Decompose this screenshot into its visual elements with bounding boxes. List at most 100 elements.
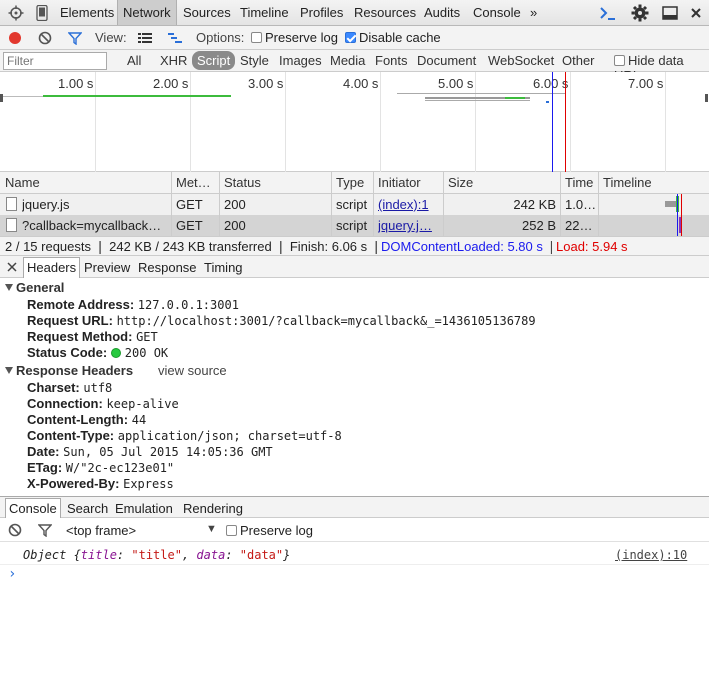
- console-preserve-log-checkbox[interactable]: Preserve log: [226, 523, 313, 538]
- overview-bar: [3, 96, 43, 97]
- col-method[interactable]: Met…: [176, 175, 211, 190]
- tick-label: 1.00 s: [58, 76, 94, 91]
- console-source-link[interactable]: (index):10: [615, 548, 687, 562]
- general-section-header[interactable]: General: [5, 280, 64, 295]
- column-divider[interactable]: [331, 172, 332, 236]
- header-row: Request Method: GET: [27, 329, 158, 344]
- dock-side-icon[interactable]: [660, 3, 680, 23]
- response-headers-section-header[interactable]: Response Headers: [5, 363, 133, 378]
- grid-line: [380, 72, 381, 172]
- drawer-tabs: Console Search Emulation Rendering: [0, 496, 709, 519]
- filter-type-all[interactable]: All: [127, 53, 141, 68]
- header-row: Request URL: http://localhost:3001/?call…: [27, 313, 536, 328]
- tab-timing[interactable]: Timing: [204, 260, 243, 275]
- object-colon: :: [116, 548, 132, 562]
- tab-timeline[interactable]: Timeline: [235, 0, 294, 25]
- column-divider[interactable]: [443, 172, 444, 236]
- overview-end-handle[interactable]: [705, 94, 708, 102]
- column-divider[interactable]: [598, 172, 599, 236]
- preserve-log-label: Preserve log: [265, 30, 338, 45]
- col-initiator[interactable]: Initiator: [378, 175, 421, 190]
- preserve-log-checkbox[interactable]: Preserve log: [251, 30, 338, 45]
- expand-triangle-icon[interactable]: [5, 284, 13, 291]
- cell-initiator-link[interactable]: jquery.j…: [378, 218, 434, 233]
- drawer-tab-search[interactable]: Search: [67, 501, 108, 516]
- column-divider[interactable]: [219, 172, 220, 236]
- col-size[interactable]: Size: [448, 175, 473, 190]
- timeline-overview[interactable]: 1.00 s 2.00 s 3.00 s 4.00 s 5.00 s 6.00 …: [0, 72, 709, 172]
- col-status[interactable]: Status: [224, 175, 261, 190]
- col-timeline[interactable]: Timeline: [603, 175, 652, 190]
- console-filter-icon[interactable]: [35, 520, 55, 540]
- frame-dropdown-arrow-icon[interactable]: ▼: [206, 523, 217, 535]
- console-preserve-log-check[interactable]: [226, 525, 237, 536]
- settings-gear-icon[interactable]: [630, 3, 650, 23]
- options-label: Options:: [196, 30, 245, 45]
- column-divider[interactable]: [560, 172, 561, 236]
- cell-initiator-link[interactable]: (index):1: [378, 197, 429, 212]
- clear-icon[interactable]: [35, 28, 55, 48]
- disable-cache-checkbox[interactable]: Disable cache: [345, 30, 441, 45]
- tabs-overflow-button[interactable]: »: [525, 0, 542, 25]
- col-name[interactable]: Name: [5, 175, 40, 190]
- tab-elements[interactable]: Elements: [55, 0, 119, 25]
- table-row-selected[interactable]: ?callback=mycallback… GET 200 script jqu…: [0, 215, 709, 236]
- filter-type-other[interactable]: Other: [562, 53, 595, 68]
- device-mode-icon[interactable]: [32, 3, 52, 23]
- overview-bar: [43, 95, 231, 97]
- filter-type-style[interactable]: Style: [240, 53, 269, 68]
- tab-resources[interactable]: Resources: [349, 0, 421, 25]
- tab-sources[interactable]: Sources: [178, 0, 236, 25]
- clear-console-icon[interactable]: [5, 520, 25, 540]
- filter-funnel-icon[interactable]: [65, 28, 85, 48]
- drawer-tab-rendering[interactable]: Rendering: [183, 501, 243, 516]
- tick-label: 7.00 s: [628, 76, 664, 91]
- cell-time: 22…: [565, 218, 593, 233]
- filter-type-websocket[interactable]: WebSocket: [488, 53, 554, 68]
- inspect-element-icon[interactable]: [6, 3, 26, 23]
- filter-type-xhr[interactable]: XHR: [160, 53, 187, 68]
- large-rows-icon[interactable]: [135, 28, 155, 48]
- table-row[interactable]: jquery.js GET 200 script (index):1 242 K…: [0, 194, 709, 215]
- load-marker: [565, 72, 566, 172]
- console-message[interactable]: Object {title: "title", data: "data"}: [23, 548, 290, 562]
- filter-type-script[interactable]: Script: [192, 51, 236, 70]
- overview-waterfall-icon[interactable]: [165, 28, 185, 48]
- disable-cache-check[interactable]: [345, 32, 356, 43]
- filter-type-document[interactable]: Document: [417, 53, 476, 68]
- close-devtools-icon[interactable]: [686, 3, 706, 23]
- object-suffix: }: [283, 548, 291, 562]
- tab-audits[interactable]: Audits: [419, 0, 465, 25]
- frame-select[interactable]: <top frame>: [66, 523, 136, 538]
- header-row: ETag: W/"2c-ec123e01": [27, 460, 174, 475]
- console-input[interactable]: [22, 566, 702, 584]
- domcontentloaded-marker: [552, 72, 553, 172]
- col-type[interactable]: Type: [336, 175, 364, 190]
- record-icon[interactable]: [5, 28, 25, 48]
- column-divider[interactable]: [373, 172, 374, 236]
- tab-headers[interactable]: Headers: [23, 257, 81, 278]
- header-row: Status Code: 200 OK: [27, 345, 168, 360]
- tab-network[interactable]: Network: [117, 0, 177, 25]
- console-drawer-icon[interactable]: [598, 3, 618, 23]
- column-divider[interactable]: [171, 172, 172, 236]
- hide-data-uri-check[interactable]: [614, 55, 625, 66]
- header-key: Charset:: [27, 380, 80, 395]
- filter-type-media[interactable]: Media: [330, 53, 365, 68]
- tab-profiles[interactable]: Profiles: [295, 0, 348, 25]
- filter-input[interactable]: [3, 52, 107, 70]
- view-source-toggle[interactable]: view source: [158, 363, 227, 378]
- tab-preview[interactable]: Preview: [84, 260, 130, 275]
- filter-type-fonts[interactable]: Fonts: [375, 53, 408, 68]
- tab-response[interactable]: Response: [138, 260, 197, 275]
- col-time[interactable]: Time: [565, 175, 593, 190]
- drawer-tab-console[interactable]: Console: [5, 498, 61, 519]
- tick-label: 6.00 s: [533, 76, 569, 91]
- drawer-tab-emulation[interactable]: Emulation: [115, 501, 173, 516]
- expand-triangle-icon[interactable]: [5, 367, 13, 374]
- disable-cache-label: Disable cache: [359, 30, 441, 45]
- tab-console[interactable]: Console: [468, 0, 526, 25]
- close-detail-icon[interactable]: [2, 257, 22, 277]
- preserve-log-check[interactable]: [251, 32, 262, 43]
- filter-type-images[interactable]: Images: [279, 53, 322, 68]
